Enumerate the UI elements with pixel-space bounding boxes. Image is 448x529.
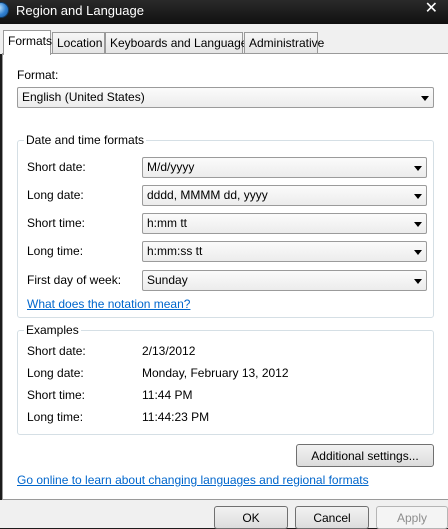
example-long-time-value: 11:44:23 PM <box>142 410 210 424</box>
online-help-link[interactable]: Go online to learn about changing langua… <box>17 473 369 487</box>
long-date-value: dddd, MMMM dd, yyyy <box>147 188 268 202</box>
examples-title: Examples <box>24 323 81 337</box>
chevron-down-icon <box>414 250 422 255</box>
tab-keyboards-and-languages[interactable]: Keyboards and Languages <box>105 32 253 54</box>
short-date-label: Short date: <box>27 160 86 174</box>
short-date-dropdown[interactable]: M/d/yyyy <box>142 157 427 178</box>
dialog-footer: OK Cancel Apply <box>0 500 448 529</box>
chevron-down-icon <box>414 279 422 284</box>
globe-icon <box>0 2 9 18</box>
tab-administrative[interactable]: Administrative <box>244 32 324 54</box>
format-label: Format: <box>17 68 59 82</box>
title-bar: Region and Language ✕ <box>0 0 448 24</box>
long-time-label: Long time: <box>27 244 84 258</box>
long-time-value: h:mm:ss tt <box>147 244 203 258</box>
long-date-dropdown[interactable]: dddd, MMMM dd, yyyy <box>142 185 427 206</box>
long-date-label: Long date: <box>27 188 84 202</box>
chevron-down-icon <box>414 194 422 199</box>
tab-formats[interactable]: Formats <box>3 30 52 55</box>
chevron-down-icon <box>414 222 422 227</box>
example-short-date-value: 2/13/2012 <box>142 344 196 358</box>
first-day-value: Sunday <box>147 273 188 287</box>
tab-strip: Formats Location Keyboards and Languages… <box>0 24 448 55</box>
chevron-down-icon <box>414 166 422 171</box>
window-title: Region and Language <box>16 3 144 18</box>
date-time-formats-title: Date and time formats <box>24 133 147 147</box>
ok-button[interactable]: OK <box>214 506 288 529</box>
short-time-dropdown[interactable]: h:mm tt <box>142 213 427 234</box>
close-icon[interactable]: ✕ <box>425 0 438 18</box>
notation-link[interactable]: What does the notation mean? <box>27 297 190 311</box>
long-time-dropdown[interactable]: h:mm:ss tt <box>142 241 427 262</box>
first-day-label: First day of week: <box>27 273 122 287</box>
tab-location[interactable]: Location <box>52 32 105 54</box>
example-long-time-label: Long time: <box>27 410 84 424</box>
cancel-button[interactable]: Cancel <box>295 506 369 529</box>
example-long-date-value: Monday, February 13, 2012 <box>142 366 289 380</box>
short-time-value: h:mm tt <box>147 216 188 230</box>
example-short-time-value: 11:44 PM <box>142 388 193 402</box>
example-long-date-label: Long date: <box>27 366 84 380</box>
short-time-label: Short time: <box>27 216 86 230</box>
format-value: English (United States) <box>22 90 145 104</box>
format-dropdown[interactable]: English (United States) <box>17 87 434 108</box>
apply-button: Apply <box>376 506 448 529</box>
additional-settings-button[interactable]: Additional settings... <box>296 444 434 467</box>
examples-group: Examples Short date: 2/13/2012 Long date… <box>17 323 434 435</box>
example-short-time-label: Short time: <box>27 388 86 402</box>
date-time-formats-group: Date and time formats Short date: M/d/yy… <box>17 133 434 318</box>
chevron-down-icon <box>421 96 429 101</box>
first-day-dropdown[interactable]: Sunday <box>142 270 427 291</box>
formats-panel: Format: English (United States) Date and… <box>2 53 448 500</box>
example-short-date-label: Short date: <box>27 344 86 358</box>
short-date-value: M/d/yyyy <box>147 160 195 174</box>
